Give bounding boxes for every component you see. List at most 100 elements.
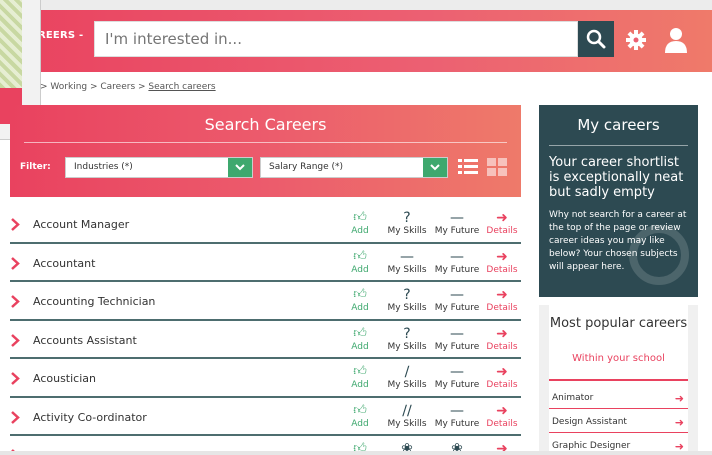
popular-item-label: Animator <box>552 393 594 403</box>
add-label: Add <box>351 303 369 313</box>
career-row[interactable]: Accounting Technician 👍︎ Add ? My Skills — My … <box>10 282 521 321</box>
chevron-right-icon[interactable] <box>10 218 20 231</box>
skills-rating-icon: ∕∕ <box>402 402 412 419</box>
arrow-right-icon: ➜ <box>496 325 508 342</box>
salary-range-select[interactable]: Salary Range (*) <box>260 157 448 178</box>
chevron-right-icon[interactable] <box>10 372 20 385</box>
my-skills-indicator[interactable]: ? My Skills <box>384 287 430 313</box>
chevron-down-icon[interactable] <box>228 158 252 177</box>
career-name[interactable]: Accountant <box>33 257 95 270</box>
add-career-button[interactable]: 👍︎Add <box>348 364 372 390</box>
search-button[interactable] <box>578 21 614 57</box>
career-name[interactable]: Account Manager <box>33 218 129 231</box>
details-link[interactable]: ➜Details <box>484 249 520 275</box>
my-skills-label: My Skills <box>387 264 427 275</box>
popular-item-label: Graphic Designer <box>552 441 631 451</box>
my-skills-label: My Skills <box>387 341 427 352</box>
chevron-down-icon[interactable] <box>423 158 447 177</box>
my-skills-label: My Skills <box>387 380 427 390</box>
my-skills-indicator[interactable]: ? My Skills <box>384 326 430 352</box>
arrow-right-icon: ➜ <box>496 364 508 380</box>
my-future-indicator[interactable]: — My Future <box>432 364 482 390</box>
my-skills-indicator[interactable]: ? My Skills <box>384 210 430 236</box>
breadcrumb-path[interactable]: > Working > Careers > <box>40 82 148 92</box>
skills-rating-icon: ∕ <box>404 364 410 380</box>
my-future-indicator[interactable]: — My Future <box>432 326 482 352</box>
industries-select-value: Industries (*) <box>74 162 133 172</box>
details-link[interactable]: ➜Details <box>484 210 520 236</box>
add-career-button[interactable]: 👍︎Add <box>348 249 372 275</box>
details-link[interactable]: ➜Details <box>484 326 520 352</box>
career-name[interactable]: Acoustician <box>33 372 96 385</box>
chevron-right-icon[interactable] <box>10 295 20 308</box>
career-name[interactable]: Activity Co-ordinator <box>33 411 147 424</box>
add-label: Add <box>351 380 369 390</box>
details-link[interactable]: ➜Details <box>484 403 520 429</box>
thumbs-up-icon: 👍︎ <box>353 210 367 225</box>
shortlist-empty-headline: Your career shortlist is exceptionally n… <box>549 155 684 200</box>
top-strip <box>0 0 712 10</box>
my-skills-label: My Skills <box>387 418 427 429</box>
future-rating-icon: — <box>450 248 464 265</box>
breadcrumb-current[interactable]: Search careers <box>148 82 215 92</box>
details-label: Details <box>486 303 518 313</box>
my-skills-indicator[interactable]: ∕ My Skills <box>384 364 430 390</box>
shortlist-empty-body: Why not search for a career at the top o… <box>549 210 687 272</box>
thumbs-up-icon: 👍︎ <box>353 248 367 264</box>
grid-view-icon[interactable] <box>487 158 507 176</box>
arrow-right-icon: ➜ <box>674 392 684 405</box>
most-popular-panel: Most popular careers Within your school … <box>539 305 698 455</box>
popular-item[interactable]: Design Assistant ➜ <box>549 409 688 433</box>
search-input[interactable] <box>94 21 578 57</box>
chevron-right-icon[interactable] <box>10 256 20 270</box>
careers-menu[interactable]: REERS - <box>38 30 83 41</box>
industries-select[interactable]: Industries (*) <box>65 157 253 178</box>
my-skills-indicator[interactable]: ∕∕ My Skills <box>384 403 430 429</box>
search-icon <box>586 29 606 49</box>
my-future-indicator[interactable]: — My Future <box>432 249 482 275</box>
my-future-indicator[interactable]: — My Future <box>432 210 482 236</box>
my-future-indicator[interactable]: — My Future <box>432 287 482 313</box>
chevron-right-icon[interactable] <box>10 333 20 347</box>
add-career-button[interactable]: 👍︎Add <box>348 403 372 429</box>
add-career-button[interactable]: 👍︎Add <box>348 210 372 236</box>
chevron-right-icon[interactable] <box>10 410 20 424</box>
most-popular-card: Most popular careers Within your school … <box>549 305 688 455</box>
career-name[interactable]: Accounting Technician <box>33 295 155 308</box>
career-row[interactable]: Account Manager 👍︎ Add ? My Skills — My Future… <box>10 205 521 244</box>
add-career-button[interactable]: 👍︎Add <box>348 326 372 352</box>
thumbs-up-icon: 👍︎ <box>353 325 367 341</box>
career-name[interactable]: Accounts Assistant <box>33 334 137 347</box>
breadcrumb: > Working > Careers > Search careers <box>40 82 216 92</box>
user-account-icon[interactable] <box>664 27 688 53</box>
add-label: Add <box>351 418 369 429</box>
details-label: Details <box>486 418 518 429</box>
settings-gear-icon[interactable] <box>625 29 647 51</box>
arrow-right-icon: ➜ <box>496 210 508 226</box>
arrow-right-icon: ➜ <box>674 416 684 429</box>
add-career-button[interactable]: 👍︎Add <box>348 287 372 313</box>
arrow-right-icon: ➜ <box>496 248 508 265</box>
details-label: Details <box>486 380 518 390</box>
career-row[interactable]: Accounts Assistant 👍︎ Add ? My Skills — My Fut… <box>10 321 521 359</box>
details-link[interactable]: ➜Details <box>484 287 520 313</box>
panel-divider <box>24 142 507 143</box>
thumbnail-image <box>0 0 22 88</box>
my-future-indicator[interactable]: — My Future <box>432 403 482 429</box>
details-label: Details <box>486 226 518 236</box>
my-careers-panel: My careers Your career shortlist is exce… <box>539 105 698 297</box>
details-label: Details <box>486 264 518 275</box>
my-skills-indicator[interactable]: — My Skills <box>384 249 430 275</box>
career-row[interactable]: Acoustician 👍︎ Add ∕ My Skills — My Future ➜ Det… <box>10 359 521 398</box>
bottom-strip <box>0 451 712 455</box>
panel-title: Search Careers <box>204 115 327 134</box>
details-link[interactable]: ➜Details <box>484 364 520 390</box>
list-view-icon[interactable] <box>458 158 478 176</box>
add-label: Add <box>351 264 369 275</box>
career-row[interactable]: Activity Co-ordinator 👍︎ Add ∕∕ My Skills — My… <box>10 398 521 436</box>
popular-item[interactable]: Animator ➜ <box>549 385 688 409</box>
career-row[interactable]: Accountant 👍︎ Add — My Skills — My Future ➜ Deta… <box>10 244 521 282</box>
future-rating-icon: — <box>450 210 464 226</box>
details-label: Details <box>486 341 518 352</box>
add-label: Add <box>351 226 369 236</box>
